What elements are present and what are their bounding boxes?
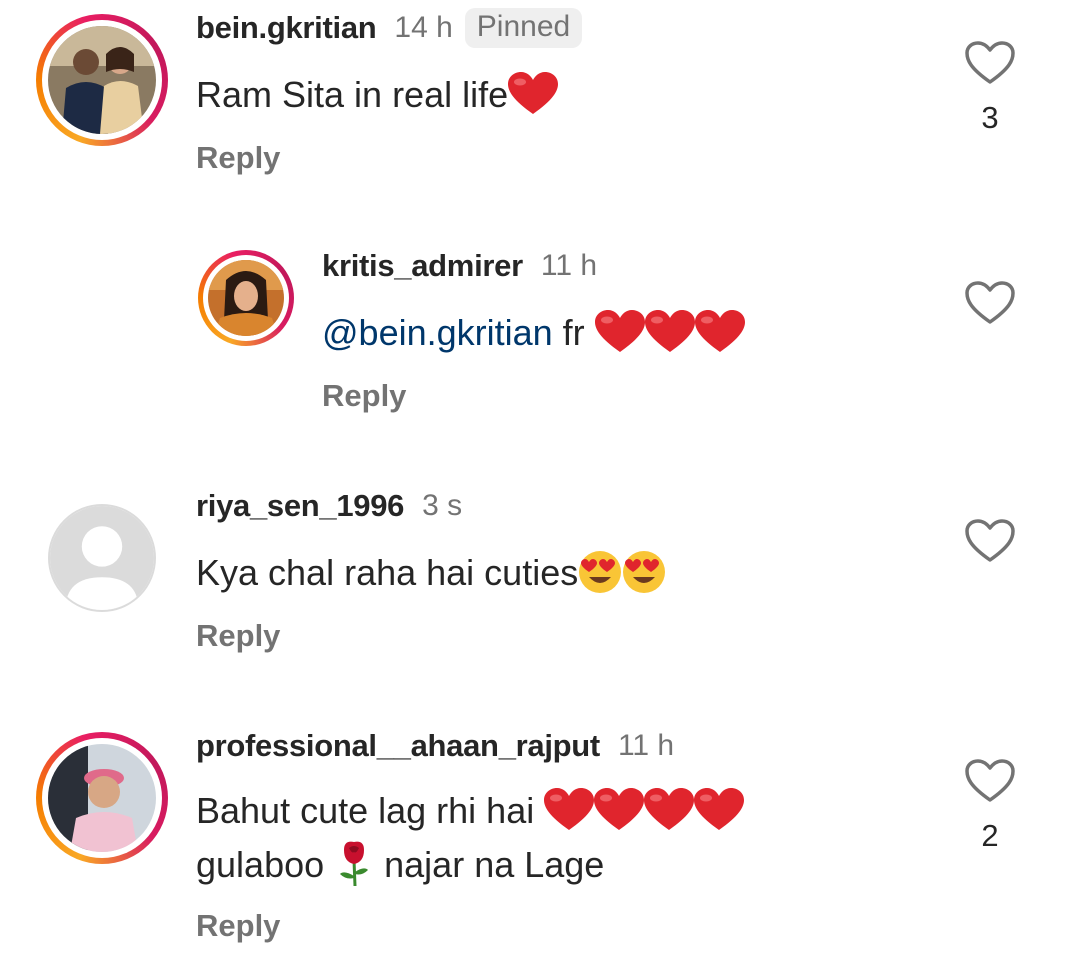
- heart-outline-icon: [965, 281, 1015, 324]
- red-heart-emoji: [694, 310, 745, 354]
- red-heart-emoji: [644, 788, 695, 832]
- username[interactable]: riya_sen_1996: [196, 488, 404, 524]
- like-count: 3: [981, 100, 999, 135]
- comment-body: Kya chal raha hai cuties: [196, 552, 579, 593]
- red-heart-emoji: [644, 310, 695, 354]
- heart-outline-icon: [965, 519, 1015, 562]
- red-heart-emoji: [508, 72, 559, 116]
- comment-text: @bein.gkritian fr: [322, 306, 745, 360]
- username[interactable]: bein.gkritian: [196, 10, 377, 46]
- reply-button[interactable]: Reply: [322, 378, 406, 414]
- rose-emoji: [334, 840, 374, 888]
- timestamp: 14 h: [394, 11, 453, 44]
- reply-button[interactable]: Reply: [196, 618, 280, 654]
- comment-item: riya_sen_1996 3 s Kya chal raha hai cuti…: [0, 480, 1077, 680]
- avatar[interactable]: [48, 26, 156, 134]
- comment-item: professional__ahaan_rajput 11 h Bahut cu…: [0, 720, 1077, 964]
- comment-body-line2b: najar na Lage: [374, 844, 605, 885]
- like-button[interactable]: [964, 758, 1016, 804]
- like-button[interactable]: [964, 518, 1016, 564]
- comment-meta: professional__ahaan_rajput 11 h: [196, 728, 674, 764]
- person-silhouette-icon: [50, 506, 154, 610]
- comment-text: Kya chal raha hai cuties: [196, 546, 666, 600]
- comment-text-line2: gulaboo najar na Lage: [196, 838, 604, 892]
- heart-eyes-emoji: [622, 550, 666, 594]
- comment-body: fr: [552, 312, 595, 353]
- avatar[interactable]: [208, 260, 284, 336]
- like-button[interactable]: [964, 40, 1016, 86]
- heart-outline-icon: [965, 759, 1015, 802]
- heart-outline-icon: [965, 41, 1015, 84]
- username[interactable]: kritis_admirer: [322, 248, 523, 284]
- red-heart-emoji: [594, 310, 645, 354]
- pinned-badge: Pinned: [464, 8, 583, 48]
- comment-item: bein.gkritian 14 h Pinned Ram Sita in re…: [0, 0, 1077, 200]
- comment-text: Ram Sita in real life: [196, 68, 559, 122]
- reply-button[interactable]: Reply: [196, 908, 280, 944]
- comment-text: Bahut cute lag rhi hai: [196, 784, 745, 838]
- comment-meta: kritis_admirer 11 h: [322, 248, 597, 284]
- comment-meta: bein.gkritian 14 h Pinned: [196, 8, 583, 48]
- comment-body: Ram Sita in real life: [196, 74, 509, 115]
- red-heart-emoji: [694, 788, 745, 832]
- like-count: 2: [981, 818, 999, 853]
- timestamp: 11 h: [617, 729, 675, 762]
- mention-link[interactable]: @bein.gkritian: [322, 312, 553, 353]
- avatar[interactable]: [48, 744, 156, 852]
- comment-meta: riya_sen_1996 3 s: [196, 488, 462, 524]
- comment-body-line1: Bahut cute lag rhi hai: [196, 790, 545, 831]
- timestamp: 11 h: [540, 249, 598, 282]
- red-heart-emoji: [544, 788, 595, 832]
- avatar[interactable]: [48, 504, 156, 612]
- reply-button[interactable]: Reply: [196, 140, 280, 176]
- heart-eyes-emoji: [578, 550, 622, 594]
- reply-comment-item: kritis_admirer 11 h @bein.gkritian fr Re…: [0, 240, 1077, 440]
- comment-body-line2a: gulaboo: [196, 844, 335, 885]
- timestamp: 3 s: [422, 489, 463, 522]
- username[interactable]: professional__ahaan_rajput: [196, 728, 600, 764]
- red-heart-emoji: [594, 788, 645, 832]
- like-button[interactable]: [964, 280, 1016, 326]
